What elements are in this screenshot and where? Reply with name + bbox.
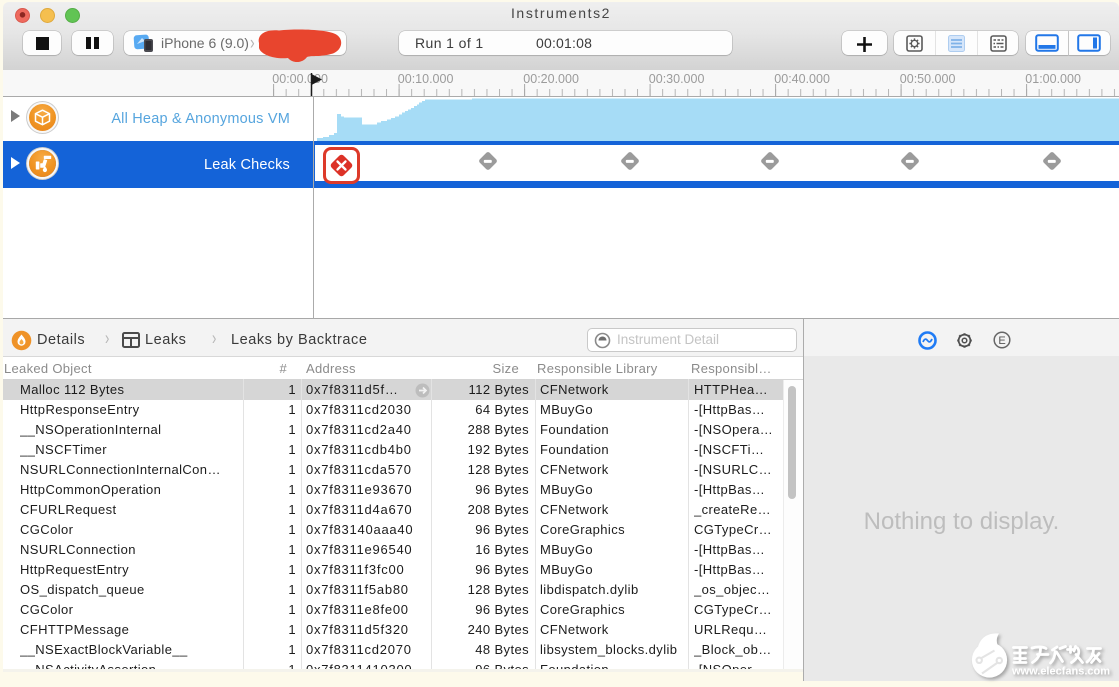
svg-text:www.elecfans.com: www.elecfans.com: [1011, 666, 1110, 678]
svg-text:E: E: [998, 335, 1005, 347]
